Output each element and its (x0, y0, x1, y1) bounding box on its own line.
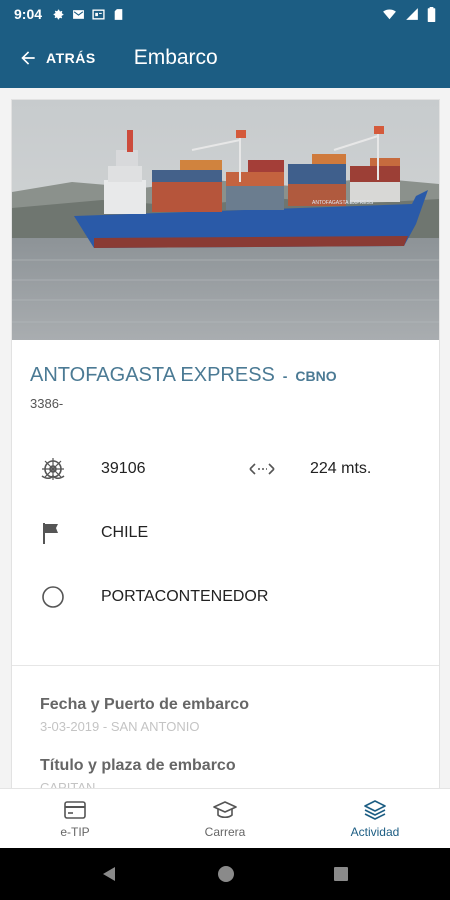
ship-card: ANTOFAGASTA EXPRESS ANTOFAGASTA EXPRESS … (11, 99, 440, 788)
app-bar: ATRÁS Embarco (0, 28, 450, 88)
ship-code-separator: - (278, 368, 292, 384)
embark-label: Fecha y Puerto de embarco (40, 696, 249, 713)
status-bar: 9:04 (0, 0, 450, 28)
ship-tonnage: 39106 (101, 460, 146, 477)
cast-icon (92, 8, 105, 20)
ship-type: PORTACONTENEDOR (101, 588, 269, 605)
ship-dimensions-row: 39106 224 mts. (12, 454, 439, 484)
ship-type-row: PORTACONTENEDOR (12, 582, 439, 612)
back-triangle-icon[interactable] (101, 865, 119, 883)
back-button[interactable]: ATRÁS (18, 48, 96, 68)
mail-icon (73, 9, 84, 19)
page-title: Embarco (133, 46, 218, 69)
embark-value: 3-03-2019 - SAN ANTONIO (40, 719, 200, 734)
length-arrows-icon (249, 463, 275, 475)
arrow-back-icon (21, 51, 35, 65)
back-label: ATRÁS (46, 50, 96, 66)
ship-flag: CHILE (101, 524, 149, 541)
sd-card-icon (114, 8, 123, 20)
signal-icon (406, 8, 418, 20)
nav-actividad-label: Actividad (350, 824, 400, 839)
home-circle-icon[interactable] (217, 865, 235, 883)
status-time: 9:04 (14, 6, 43, 22)
ship-name-line: ANTOFAGASTA EXPRESS - CBNO (30, 364, 337, 387)
battery-icon (427, 6, 436, 22)
nav-carrera-label: Carrera (204, 824, 246, 839)
ship-flag-row: CHILE (12, 518, 439, 548)
ship-wheel-icon (41, 458, 65, 480)
wifi-icon (383, 9, 396, 20)
title-value: CAPITAN (40, 780, 96, 788)
ship-name: ANTOFAGASTA EXPRESS (30, 364, 275, 386)
title-label: Título y plaza de embarco (40, 757, 236, 774)
settings-icon (53, 9, 64, 19)
recents-square-icon[interactable] (333, 866, 349, 882)
ship-length: 224 mts. (310, 460, 372, 477)
flag-icon (43, 523, 58, 544)
ship-id: 3386- (30, 396, 64, 411)
svg-text:ANTOFAGASTA EXPRESS: ANTOFAGASTA EXPRESS (312, 200, 374, 206)
ship-photo: ANTOFAGASTA EXPRESS (12, 100, 439, 340)
ship-callsign: CBNO (295, 368, 337, 384)
divider (12, 665, 439, 666)
nav-etip[interactable]: e-TIP (0, 789, 150, 848)
nav-actividad[interactable]: Actividad (300, 789, 450, 848)
bottom-nav: e-TIP Carrera Actividad (0, 788, 450, 848)
nav-etip-label: e-TIP (60, 824, 90, 839)
content-area[interactable]: ANTOFAGASTA EXPRESS ANTOFAGASTA EXPRESS … (0, 88, 450, 788)
nav-carrera[interactable]: Carrera (150, 789, 300, 848)
circle-icon (42, 586, 64, 608)
system-nav-bar (0, 848, 450, 900)
layers-icon (364, 799, 386, 820)
card-icon (64, 800, 86, 819)
graduation-cap-icon (213, 800, 237, 818)
